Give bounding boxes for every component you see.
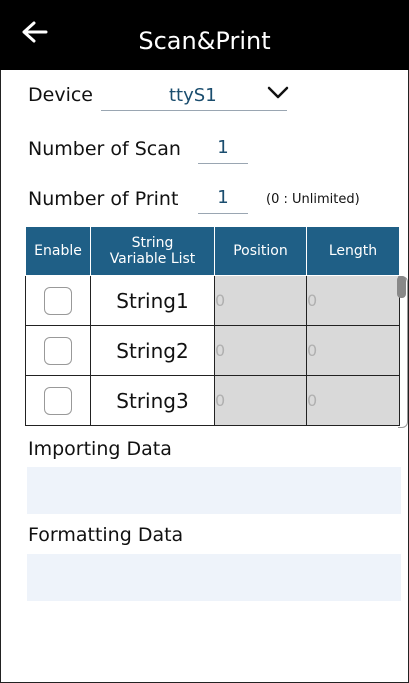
enable-cell [25,375,91,426]
column-header-position: Position [214,226,307,276]
table-scrollbar-thumb[interactable] [397,276,406,298]
length-input[interactable]: 0 [306,275,400,326]
enable-cell [25,275,91,326]
enable-checkbox[interactable] [44,386,72,415]
formatting-data-field[interactable] [27,554,401,601]
string-name-cell: String3 [90,375,215,426]
table-header-row: Enable String Variable List Position Len… [25,226,400,276]
importing-data-field[interactable] [27,467,401,514]
string-name-cell: String1 [90,275,215,326]
device-select[interactable]: ttyS1 [101,83,287,111]
table-scrollbar-track[interactable] [398,276,408,428]
page-title: Scan&Print [138,27,271,55]
importing-data-label: Importing Data [28,438,172,460]
enable-cell [25,325,91,376]
string-name-cell: String2 [90,325,215,376]
table-row: String1 0 0 [25,275,400,326]
column-header-length: Length [306,226,400,276]
app-bar: Scan&Print [0,0,409,70]
enable-checkbox[interactable] [44,286,72,315]
chevron-down-icon[interactable] [267,86,289,100]
scan-count-label: Number of Scan [28,138,181,160]
table-row: String3 0 0 [25,375,400,426]
column-header-string-variable: String Variable List [90,226,215,276]
device-value: ttyS1 [169,85,217,106]
enable-checkbox[interactable] [44,336,72,365]
table-row: String2 0 0 [25,325,400,376]
length-input[interactable]: 0 [306,375,400,426]
scan-count-input[interactable]: 1 [198,137,248,164]
length-input[interactable]: 0 [306,325,400,376]
position-input[interactable]: 0 [214,325,307,376]
position-input[interactable]: 0 [214,375,307,426]
string-variable-table: Enable String Variable List Position Len… [25,226,400,426]
formatting-data-label: Formatting Data [28,524,184,546]
print-count-hint: (0 : Unlimited) [266,192,360,207]
position-input[interactable]: 0 [214,275,307,326]
column-header-enable: Enable [25,226,91,276]
device-label: Device [28,84,93,106]
print-count-input[interactable]: 1 [198,187,248,214]
print-count-label: Number of Print [28,188,179,210]
